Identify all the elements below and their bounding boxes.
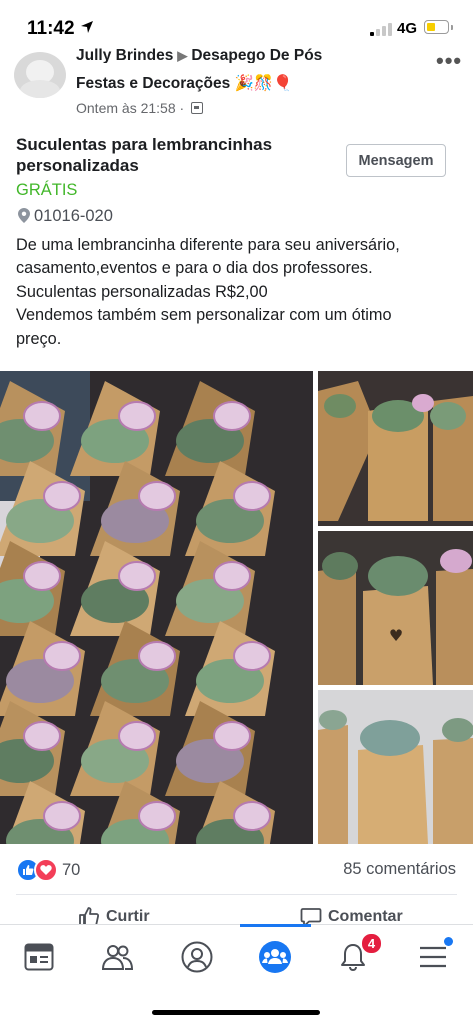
- signal-icon: [370, 22, 392, 36]
- status-time: 11:42: [27, 18, 75, 39]
- menu-notification-dot: [444, 937, 453, 946]
- more-options-icon[interactable]: •••: [436, 48, 462, 74]
- profile-icon[interactable]: [177, 937, 217, 977]
- divider: [16, 894, 457, 895]
- active-tab-indicator: [240, 924, 311, 927]
- reaction-count[interactable]: 70: [62, 861, 80, 880]
- description-line: Vendemos também sem personalizar com um …: [16, 306, 392, 325]
- description-line: casamento,eventos e para o dia dos profe…: [16, 259, 373, 278]
- post-author-group[interactable]: Jully Brindes ▶ Desapego De Pós: [76, 47, 406, 63]
- location-text: 01016-020: [34, 207, 113, 225]
- reactions-summary[interactable]: 70: [16, 858, 80, 882]
- listing-price: GRÁTIS: [16, 181, 78, 199]
- description-line: Suculentas personalizadas R$2,00: [16, 282, 268, 301]
- privacy-icon: [191, 102, 204, 114]
- description-line: De uma lembrancinha diferente para seu a…: [16, 236, 400, 254]
- news-feed-icon[interactable]: [19, 937, 59, 977]
- comments-count[interactable]: 85 comentários: [343, 860, 456, 879]
- description-line: preço.: [16, 329, 62, 348]
- groups-icon[interactable]: [255, 937, 295, 977]
- friends-icon[interactable]: [97, 937, 137, 977]
- group-name-continued[interactable]: Festas e Decorações 🎉🎊🎈: [76, 74, 292, 93]
- home-indicator[interactable]: [152, 1010, 320, 1015]
- listing-description: De uma lembrancinha diferente para seu a…: [16, 234, 466, 351]
- svg-text:♥: ♥: [389, 626, 403, 645]
- photo-grid: ♥: [0, 371, 473, 844]
- avatar[interactable]: [14, 52, 66, 98]
- network-type: 4G: [397, 20, 418, 37]
- author-name[interactable]: Jully Brindes: [76, 47, 173, 63]
- location-arrow-icon: [81, 21, 93, 33]
- side-photo[interactable]: [318, 690, 473, 844]
- group-name[interactable]: Desapego De Pós: [191, 47, 322, 63]
- side-photo[interactable]: ♥: [318, 531, 473, 685]
- side-photo[interactable]: [318, 371, 473, 526]
- battery-icon: [424, 20, 453, 34]
- timestamp-text[interactable]: Ontem às 21:58 ·: [76, 100, 184, 116]
- love-reaction-icon: [34, 858, 58, 882]
- listing-title: Suculentas para lembrancinhas personaliz…: [16, 135, 273, 175]
- message-button[interactable]: Mensagem: [346, 144, 446, 177]
- post-timestamp[interactable]: Ontem às 21:58 ·: [76, 100, 204, 116]
- main-photo[interactable]: [0, 371, 313, 844]
- triangle-right-icon: ▶: [177, 48, 188, 63]
- listing-location: 01016-020: [18, 207, 113, 226]
- notification-badge: 4: [360, 932, 383, 955]
- pin-icon: [18, 208, 30, 223]
